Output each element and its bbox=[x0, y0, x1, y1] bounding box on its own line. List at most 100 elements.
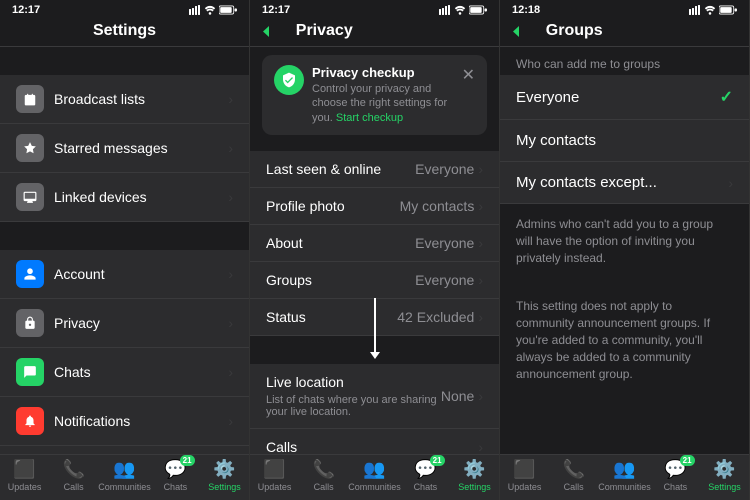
account-item[interactable]: Account › bbox=[0, 250, 249, 299]
checkup-text: Privacy checkup Control your privacy and… bbox=[312, 65, 454, 125]
account-icon bbox=[16, 260, 44, 288]
storage-item[interactable]: Storage and data › bbox=[0, 446, 249, 454]
about-item[interactable]: About Everyone › bbox=[250, 225, 499, 262]
notifications-chevron: › bbox=[228, 413, 233, 429]
except-chevron: › bbox=[728, 175, 733, 191]
status-label: Status bbox=[266, 309, 397, 325]
tab-chats-1[interactable]: 💬21 Chats bbox=[151, 459, 200, 492]
calls-label-1: Calls bbox=[64, 482, 84, 492]
chats-item[interactable]: Chats › bbox=[0, 348, 249, 397]
groups-privacy-item[interactable]: Groups Everyone › bbox=[250, 262, 499, 299]
notifications-icon bbox=[16, 407, 44, 435]
tab-communities-3[interactable]: 👥 Communities bbox=[598, 459, 651, 492]
privacy-list: Last seen & online Everyone › Profile ph… bbox=[250, 143, 499, 454]
broadcast-item[interactable]: Broadcast lists › bbox=[0, 75, 249, 124]
calls-icon-1: 📞 bbox=[62, 459, 84, 480]
calls-icon-3: 📞 bbox=[562, 459, 584, 480]
chat-badge-3: 21 bbox=[680, 455, 695, 466]
linked-label: Linked devices bbox=[54, 189, 228, 205]
tab-calls-3[interactable]: 📞 Calls bbox=[549, 459, 598, 492]
linked-chevron: › bbox=[228, 189, 233, 205]
tab-chats-2[interactable]: 💬21 Chats bbox=[401, 459, 450, 492]
checkup-close-button[interactable]: ✕ bbox=[462, 65, 475, 85]
chats-icon-2: 💬21 bbox=[414, 459, 436, 480]
tab-bar-2: ⬛ Updates 📞 Calls 👥 Communities 💬21 Chat… bbox=[250, 454, 499, 500]
checkup-title: Privacy checkup bbox=[312, 65, 454, 80]
except-label: My contacts except... bbox=[516, 174, 728, 191]
groups-section-title: Who can add me to groups bbox=[500, 47, 749, 75]
liveloc-value: None bbox=[441, 388, 474, 404]
tab-updates-2[interactable]: ⬛ Updates bbox=[250, 459, 299, 492]
liveloc-sub: List of chats where you are sharing your… bbox=[266, 394, 441, 418]
calls-icon-2: 📞 bbox=[312, 459, 334, 480]
time-1: 12:17 bbox=[12, 4, 40, 16]
tab-communities-2[interactable]: 👥 Communities bbox=[348, 459, 401, 492]
tab-updates-3[interactable]: ⬛ Updates bbox=[500, 459, 549, 492]
notifications-item[interactable]: Notifications › bbox=[0, 397, 249, 446]
tab-updates-1[interactable]: ⬛ Updates bbox=[0, 459, 49, 492]
lastseen-item[interactable]: Last seen & online Everyone › bbox=[250, 151, 499, 188]
chats-label-3: Chats bbox=[664, 482, 688, 492]
starred-chevron: › bbox=[228, 140, 233, 156]
settings-nav-bar: Settings bbox=[0, 18, 249, 47]
status-icons-2 bbox=[439, 5, 487, 15]
groups-option-mycontacts[interactable]: My contacts bbox=[500, 120, 749, 162]
tab-settings-3[interactable]: ⚙️ Settings bbox=[700, 459, 749, 492]
calls-label: Calls bbox=[266, 439, 478, 454]
updates-label-2: Updates bbox=[258, 482, 292, 492]
time-3: 12:18 bbox=[512, 4, 540, 16]
starred-icon bbox=[16, 134, 44, 162]
tab-chats-3[interactable]: 💬21 Chats bbox=[651, 459, 700, 492]
broadcast-label: Broadcast lists bbox=[54, 91, 228, 107]
communities-label-2: Communities bbox=[348, 482, 401, 492]
checkup-link[interactable]: Start checkup bbox=[336, 112, 403, 124]
settings-label-2: Settings bbox=[458, 482, 491, 492]
status-bar-1: 12:17 bbox=[0, 0, 249, 18]
updates-label-1: Updates bbox=[8, 482, 42, 492]
tab-calls-1[interactable]: 📞 Calls bbox=[49, 459, 98, 492]
profilephoto-item[interactable]: Profile photo My contacts › bbox=[250, 188, 499, 225]
settings-label-3: Settings bbox=[708, 482, 741, 492]
updates-icon: ⬛ bbox=[13, 459, 35, 480]
communities-label-1: Communities bbox=[98, 482, 151, 492]
tab-calls-2[interactable]: 📞 Calls bbox=[299, 459, 348, 492]
privacy-back-button[interactable] bbox=[262, 25, 270, 38]
time-2: 12:17 bbox=[262, 4, 290, 16]
communities-icon-3: 👥 bbox=[613, 459, 635, 480]
groups-title: Groups bbox=[520, 22, 629, 40]
tab-settings-1[interactable]: ⚙️ Settings bbox=[200, 459, 249, 492]
groups-option-everyone[interactable]: Everyone ✓ bbox=[500, 75, 749, 120]
chats-icon-3: 💬21 bbox=[664, 459, 686, 480]
chat-badge-2: 21 bbox=[430, 455, 445, 466]
liveloc-label: Live location bbox=[266, 374, 344, 390]
communities-label-3: Communities bbox=[598, 482, 651, 492]
profilephoto-value: My contacts bbox=[400, 198, 475, 214]
notifications-label: Notifications bbox=[54, 413, 228, 429]
groups-privacy-label: Groups bbox=[266, 272, 415, 288]
lastseen-value: Everyone bbox=[415, 161, 474, 177]
starred-label: Starred messages bbox=[54, 140, 228, 156]
groups-back-button[interactable] bbox=[512, 25, 520, 38]
calls-label-3: Calls bbox=[564, 482, 584, 492]
status-value: 42 Excluded bbox=[397, 309, 474, 325]
calls-item[interactable]: Calls › bbox=[250, 429, 499, 454]
settings-title: Settings bbox=[87, 22, 162, 40]
liveloc-item[interactable]: Live location List of chats where you ar… bbox=[250, 364, 499, 429]
everyone-label: Everyone bbox=[516, 89, 720, 106]
groups-option-except[interactable]: My contacts except... › bbox=[500, 162, 749, 204]
linked-icon bbox=[16, 183, 44, 211]
groups-panel: 12:18 Groups Who can add me to groups Ev… bbox=[500, 0, 750, 500]
broadcast-icon bbox=[16, 85, 44, 113]
calls-label-2: Calls bbox=[314, 482, 334, 492]
privacy-icon bbox=[16, 309, 44, 337]
status-icons-3 bbox=[689, 5, 737, 15]
linked-item[interactable]: Linked devices › bbox=[0, 173, 249, 222]
groups-info-2: This setting does not apply to community… bbox=[500, 286, 749, 394]
privacy-item[interactable]: Privacy › bbox=[0, 299, 249, 348]
tab-settings-2[interactable]: ⚙️ Settings bbox=[450, 459, 499, 492]
checkup-icon bbox=[274, 65, 304, 95]
settings-icon-2: ⚙️ bbox=[463, 459, 485, 480]
chats-label-1: Chats bbox=[164, 482, 188, 492]
tab-communities-1[interactable]: 👥 Communities bbox=[98, 459, 151, 492]
starred-item[interactable]: Starred messages › bbox=[0, 124, 249, 173]
